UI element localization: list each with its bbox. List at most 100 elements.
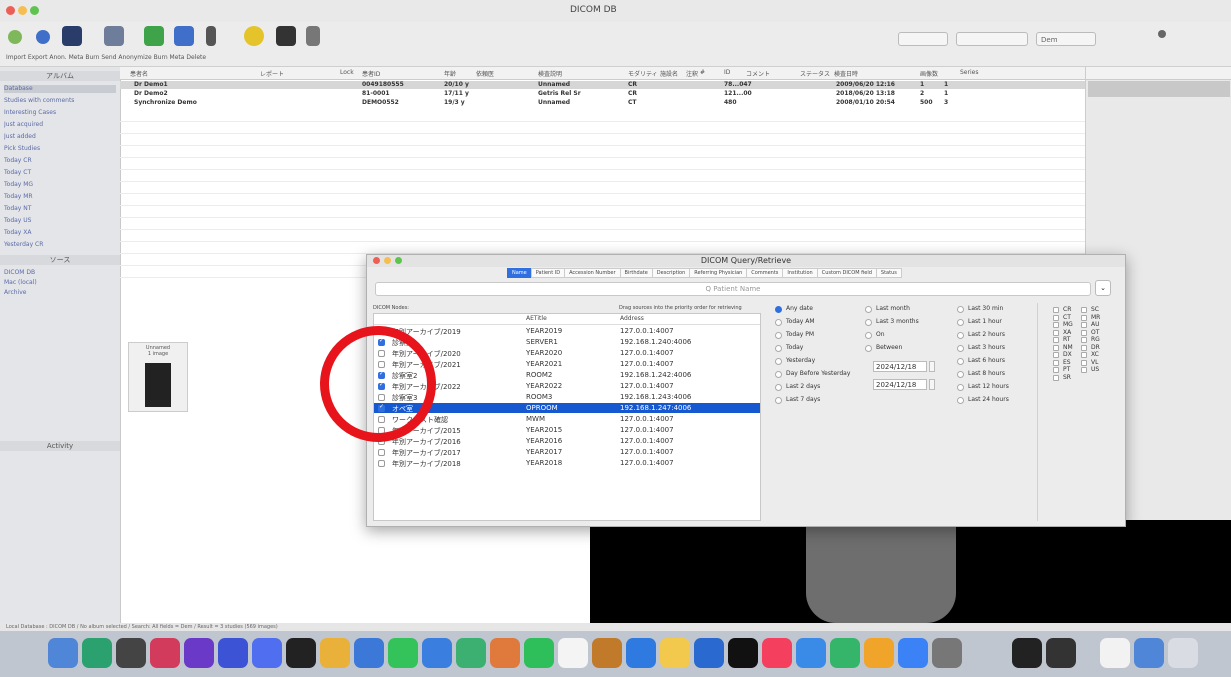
sidebar-item[interactable]: Today XA (4, 229, 116, 237)
date-radio[interactable] (957, 397, 964, 404)
modality-checkbox[interactable] (1053, 307, 1059, 313)
date-radio[interactable] (775, 384, 782, 391)
modality-checkbox[interactable] (1081, 359, 1087, 366)
sidebar-item[interactable]: Database (4, 85, 116, 93)
modality-checkbox[interactable] (1053, 367, 1059, 373)
study-row[interactable]: Synchronize Demo DEMO0552 19/3 y Unnamed CT 4… (120, 99, 1085, 107)
date-radio[interactable] (957, 332, 964, 339)
tab-accession-number[interactable]: Accession Number (564, 268, 621, 278)
document-icon[interactable] (1100, 638, 1130, 668)
date-radio[interactable] (957, 358, 964, 365)
date-radio[interactable] (775, 371, 782, 378)
viewer-icon[interactable] (276, 26, 296, 46)
burn-icon[interactable] (244, 26, 264, 46)
gear-icon[interactable] (1158, 30, 1166, 38)
tab-status[interactable]: Status (875, 268, 902, 278)
date-from-stepper[interactable] (929, 361, 935, 372)
modality-checkbox[interactable] (1053, 352, 1059, 358)
facetime-icon[interactable] (524, 638, 554, 668)
tab-birthdate[interactable]: Birthdate (619, 268, 653, 278)
sidebar-item[interactable]: Today NT (4, 205, 116, 213)
app-icon[interactable] (864, 638, 894, 668)
tab-custom-dicom-field[interactable]: Custom DICOM field (816, 268, 877, 278)
date-to-stepper[interactable] (929, 379, 935, 390)
sidebar-item[interactable]: Today CR (4, 157, 116, 165)
app-icon[interactable] (830, 638, 860, 668)
date-radio[interactable] (865, 345, 872, 352)
sidebar-item[interactable]: Just acquired (4, 121, 116, 129)
app-icon[interactable] (286, 638, 316, 668)
folder-icon[interactable] (1134, 638, 1164, 668)
modality-checkbox[interactable] (1053, 337, 1059, 343)
music-icon[interactable] (762, 638, 792, 668)
trash-icon[interactable] (1168, 638, 1198, 668)
query-icon[interactable] (104, 26, 124, 46)
chevron-down-icon[interactable]: ⌄ (1095, 280, 1111, 296)
app-icon[interactable] (320, 638, 350, 668)
dicom-node-row[interactable]: ワークリスト確認 MWM 127.0.0.1:4007 (374, 414, 760, 424)
app-icon[interactable] (626, 638, 656, 668)
date-radio[interactable] (775, 306, 782, 313)
date-radio[interactable] (775, 332, 782, 339)
meta-icon[interactable] (206, 26, 216, 46)
settings-icon[interactable] (932, 638, 962, 668)
modality-checkbox[interactable] (1053, 344, 1059, 351)
dicom-node-row[interactable]: 年別アーカイブ/2015 YEAR2015 127.0.0.1:4007 (374, 425, 760, 435)
import-icon[interactable] (8, 30, 22, 44)
tv-icon[interactable] (728, 638, 758, 668)
sidebar-source-item[interactable]: DICOM DB (4, 269, 116, 277)
date-radio[interactable] (775, 345, 782, 352)
modality-checkbox[interactable] (1081, 307, 1087, 313)
app-icon[interactable] (82, 638, 112, 668)
date-radio[interactable] (775, 319, 782, 326)
launchpad-icon[interactable] (116, 638, 146, 668)
sidebar-item[interactable]: Today US (4, 217, 116, 225)
tab-name[interactable]: Name (507, 268, 532, 278)
retrieve-icon[interactable] (144, 26, 164, 46)
sidebar-item[interactable]: Studies with comments (4, 97, 116, 105)
maps-icon[interactable] (456, 638, 486, 668)
modality-checkbox[interactable] (1081, 367, 1087, 373)
sidebar-item[interactable]: Today MR (4, 193, 116, 201)
toolbar-field-2[interactable] (956, 32, 1028, 46)
tab-institution[interactable]: Institution (782, 268, 818, 278)
date-radio[interactable] (865, 332, 872, 339)
app-icon[interactable] (252, 638, 282, 668)
sidebar-item[interactable]: Today CT (4, 169, 116, 177)
app-icon[interactable] (796, 638, 826, 668)
app-icon[interactable] (592, 638, 622, 668)
delete-icon[interactable] (306, 26, 320, 46)
anonymize-icon[interactable] (62, 26, 82, 46)
aetitle-column-header[interactable]: AETitle (526, 315, 547, 322)
between-date-from[interactable]: 2024/12/18 (873, 361, 927, 372)
close-window-button[interactable] (6, 6, 15, 15)
messages-icon[interactable] (388, 638, 418, 668)
send-icon[interactable] (174, 26, 194, 46)
modality-checkbox[interactable] (1081, 329, 1087, 336)
modality-checkbox[interactable] (1053, 314, 1059, 321)
date-radio[interactable] (957, 371, 964, 378)
sidebar-item[interactable]: Today MG (4, 181, 116, 189)
calendar-icon[interactable] (558, 638, 588, 668)
tab-referring-physician[interactable]: Referring Physician (689, 268, 748, 278)
export-icon[interactable] (36, 30, 50, 44)
modality-checkbox[interactable] (1081, 352, 1087, 358)
app-icon[interactable] (218, 638, 248, 668)
address-column-header[interactable]: Address (620, 315, 644, 322)
toolbar-search-field[interactable]: Dem (1036, 32, 1096, 46)
finder-icon[interactable] (48, 638, 78, 668)
app-icon[interactable] (150, 638, 180, 668)
modality-checkbox[interactable] (1053, 374, 1059, 381)
date-radio[interactable] (775, 358, 782, 365)
tab-description[interactable]: Description (651, 268, 691, 278)
modality-checkbox[interactable] (1053, 329, 1059, 336)
sidebar-source-item[interactable]: Mac (local) (4, 279, 116, 287)
notes-icon[interactable] (660, 638, 690, 668)
date-radio[interactable] (865, 319, 872, 326)
app-icon[interactable] (1012, 638, 1042, 668)
modality-checkbox[interactable] (1081, 337, 1087, 343)
date-radio[interactable] (957, 384, 964, 391)
date-radio[interactable] (865, 306, 872, 313)
tab-patient-id[interactable]: Patient ID (530, 268, 566, 278)
minimize-window-button[interactable] (18, 6, 27, 15)
